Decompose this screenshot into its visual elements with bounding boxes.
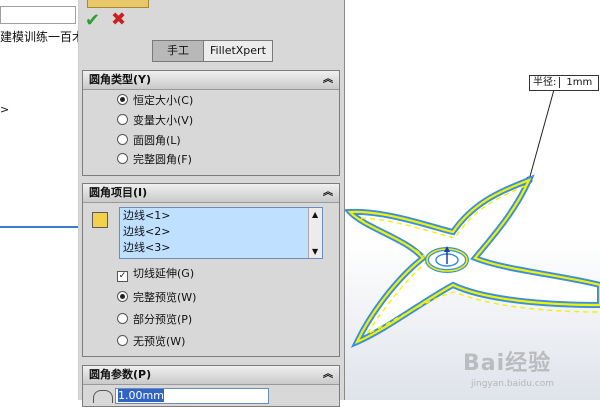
option-label: 完整预览(W) xyxy=(133,291,197,304)
radius-value: 1.00mm xyxy=(118,389,164,402)
tree-search-input[interactable] xyxy=(0,6,76,24)
radio-partial-preview[interactable]: 部分预览(P) xyxy=(117,312,192,328)
radius-input[interactable]: 1.00mm xyxy=(115,388,269,404)
edge-selection-list[interactable]: 边线<1> 边线<2> 边线<3> ▲ ▼ xyxy=(119,207,323,259)
list-item[interactable]: 边线<3> xyxy=(120,240,322,256)
fillet-items-title: 圆角项目(I) xyxy=(89,186,148,199)
close-icon: ✖ xyxy=(111,9,127,30)
option-label: 面圆角(L) xyxy=(133,134,181,147)
fillet-params-title: 圆角参数(P) xyxy=(89,368,152,381)
cancel-button[interactable]: ✖ xyxy=(111,9,126,30)
radio-off-icon xyxy=(117,335,128,346)
checkbox-checked-icon: ✓ xyxy=(117,271,128,282)
callout-label: 半径: xyxy=(533,77,557,88)
tree-expand-arrow[interactable]: > xyxy=(0,103,9,116)
edge-selection-icon xyxy=(92,212,108,228)
scroll-down-icon[interactable]: ▼ xyxy=(312,247,318,256)
radio-full-round[interactable]: 完整圆角(F) xyxy=(117,152,192,168)
option-label: 变量大小(V) xyxy=(133,114,194,127)
option-label: 部分预览(P) xyxy=(133,313,193,326)
model-view xyxy=(345,0,600,400)
list-item[interactable]: 边线<1> xyxy=(120,208,322,224)
fillet-type-header[interactable]: 圆角类型(Y) ︽ xyxy=(83,71,339,90)
collapse-icon[interactable]: ︽ xyxy=(323,366,333,384)
collapse-icon[interactable]: ︽ xyxy=(323,71,333,89)
radio-off-icon xyxy=(117,134,128,145)
radio-constant-size[interactable]: 恒定大小(C) xyxy=(117,93,193,109)
tree-item-label[interactable]: 建模训练一百术 xyxy=(0,28,78,45)
fillet-params-header[interactable]: 圆角参数(P) ︽ xyxy=(83,366,339,385)
watermark-text: Bai经验 xyxy=(463,351,552,376)
ok-button[interactable]: ✔ xyxy=(85,10,100,31)
callout-value[interactable]: 1mm xyxy=(559,77,599,88)
radio-on-icon xyxy=(117,291,128,302)
radio-on-icon xyxy=(117,94,128,105)
fillet-type-title: 圆角类型(Y) xyxy=(89,73,152,86)
option-label: 恒定大小(C) xyxy=(133,94,194,107)
radio-no-preview[interactable]: 无预览(W) xyxy=(117,334,185,350)
radius-icon xyxy=(93,390,113,403)
radio-face-fillet[interactable]: 面圆角(L) xyxy=(117,133,181,149)
option-label: 无预览(W) xyxy=(133,335,186,348)
check-icon: ✔ xyxy=(85,10,101,31)
feature-tree: 建模训练一百术 > xyxy=(0,0,79,400)
radius-callout[interactable]: 半径: 1mm xyxy=(529,75,600,91)
option-label: 切线延伸(G) xyxy=(133,267,195,280)
list-item[interactable]: 边线<2> xyxy=(120,224,322,240)
checkbox-tangent-propagation[interactable]: ✓ 切线延伸(G) xyxy=(117,266,194,282)
graphics-area[interactable]: 半径: 1mm xyxy=(345,0,600,400)
fillet-feature-icon xyxy=(87,0,149,8)
collapse-icon[interactable]: ︽ xyxy=(323,184,333,202)
tab-filletxpert[interactable]: FilletXpert xyxy=(204,41,272,61)
radio-variable-size[interactable]: 变量大小(V) xyxy=(117,113,193,129)
list-scrollbar[interactable]: ▲ ▼ xyxy=(308,208,322,258)
fillet-items-header[interactable]: 圆角项目(I) ︽ xyxy=(83,184,339,203)
radio-full-preview[interactable]: 完整预览(W) xyxy=(117,290,196,306)
option-label: 完整圆角(F) xyxy=(133,153,192,166)
mode-tabs: 手工 FilletXpert xyxy=(152,40,273,62)
tab-manual[interactable]: 手工 xyxy=(153,41,204,61)
radio-off-icon xyxy=(117,153,128,164)
radio-off-icon xyxy=(117,114,128,125)
tree-divider xyxy=(0,226,78,228)
scroll-up-icon[interactable]: ▲ xyxy=(312,210,318,219)
watermark: Bai经验 jingyan.baidu.com xyxy=(463,345,593,395)
watermark-url: jingyan.baidu.com xyxy=(471,379,555,389)
radio-off-icon xyxy=(117,313,128,324)
fillet-property-manager: ✔ ✖ 手工 FilletXpert 圆角类型(Y) ︽ 恒定大小(C) 变量大… xyxy=(79,0,345,407)
